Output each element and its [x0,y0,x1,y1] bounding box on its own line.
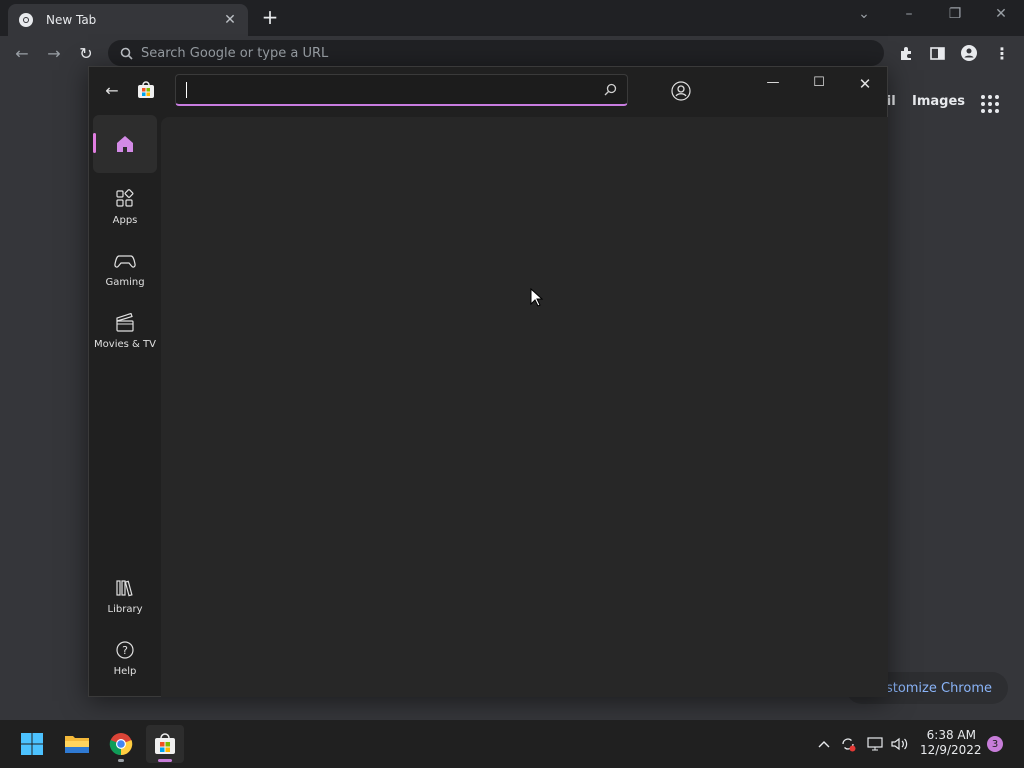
store-logo-icon [138,81,154,98]
search-icon[interactable] [604,83,617,96]
store-search-input[interactable] [175,74,628,106]
chrome-icon [19,13,33,27]
nav-home[interactable] [93,115,157,173]
profile-icon[interactable] [960,44,978,62]
tab-new-tab[interactable]: New Tab ✕ [8,4,248,36]
notification-badge[interactable]: 3 [987,736,1003,752]
selection-indicator [93,133,96,153]
help-icon: ? [116,641,134,659]
nav-movies-label: Movies & TV [94,339,156,350]
account-icon[interactable] [669,79,693,103]
apps-icon [116,189,134,207]
clock-time: 6:38 AM [926,728,976,742]
store-bag-icon [155,733,175,754]
clapperboard-icon [116,313,134,332]
nav-library-label: Library [107,604,143,615]
nav-help[interactable]: ? Help [93,640,157,677]
omnibox-placeholder: Search Google or type a URL [141,45,329,61]
tab-title: New Tab [46,13,97,27]
close-window-icon[interactable]: ✕ [989,6,1013,22]
chrome-icon [109,733,133,756]
chrome-menu-icon[interactable]: ⋮ [993,44,1011,63]
sync-icon[interactable] [839,736,857,752]
windows-icon [21,733,43,755]
clock[interactable]: 6:38 AM 12/9/2022 [920,728,982,758]
extensions-icon[interactable] [897,44,915,62]
chrome-taskbar-button[interactable] [102,725,140,763]
text-caret [186,82,187,98]
nav-apps[interactable]: Apps [93,189,157,226]
customize-chrome-label: ustomize Chrome [877,680,992,696]
store-back-icon[interactable]: ← [101,79,123,101]
reload-icon[interactable]: ↻ [75,43,97,63]
tab-search-icon[interactable]: ⌄ [852,6,876,22]
microsoft-store-window: ← — ☐ ✕ Apps Gaming Movies & TV Library [88,66,888,697]
restore-icon[interactable]: ❐ [943,6,967,22]
clock-date: 12/9/2022 [920,743,982,757]
home-icon [117,136,133,152]
nav-help-label: Help [113,666,137,677]
omnibox[interactable]: Search Google or type a URL [108,40,884,66]
svg-text:?: ? [122,644,128,657]
images-link[interactable]: Images [912,94,965,109]
file-explorer-button[interactable] [58,725,96,763]
search-icon [120,47,133,60]
side-panel-icon[interactable] [928,44,946,62]
nav-apps-label: Apps [112,215,138,226]
nav-gaming-label: Gaming [105,277,145,288]
close-tab-icon[interactable]: ✕ [222,12,238,28]
folder-icon [65,736,89,753]
back-arrow-icon[interactable]: ← [11,43,33,63]
nav-library[interactable]: Library [93,578,157,615]
nav-movies-tv[interactable]: Movies & TV [93,313,157,350]
start-button[interactable] [13,725,51,763]
store-content-area [161,117,888,697]
volume-icon[interactable] [891,736,909,752]
store-close-icon[interactable]: ✕ [853,75,877,93]
forward-arrow-icon[interactable]: → [43,43,65,63]
minimize-icon[interactable]: – [897,6,921,22]
store-maximize-icon[interactable]: ☐ [807,75,831,91]
nav-gaming[interactable]: Gaming [93,251,157,288]
show-hidden-icons[interactable] [815,736,833,752]
gamepad-icon [114,255,136,268]
new-tab-button[interactable]: + [258,6,282,28]
google-apps-icon[interactable] [981,95,999,113]
store-taskbar-button[interactable] [146,725,184,763]
library-icon [116,580,133,597]
store-minimize-icon[interactable]: — [761,75,785,91]
mouse-cursor-icon [530,288,544,307]
network-icon[interactable] [866,736,884,752]
